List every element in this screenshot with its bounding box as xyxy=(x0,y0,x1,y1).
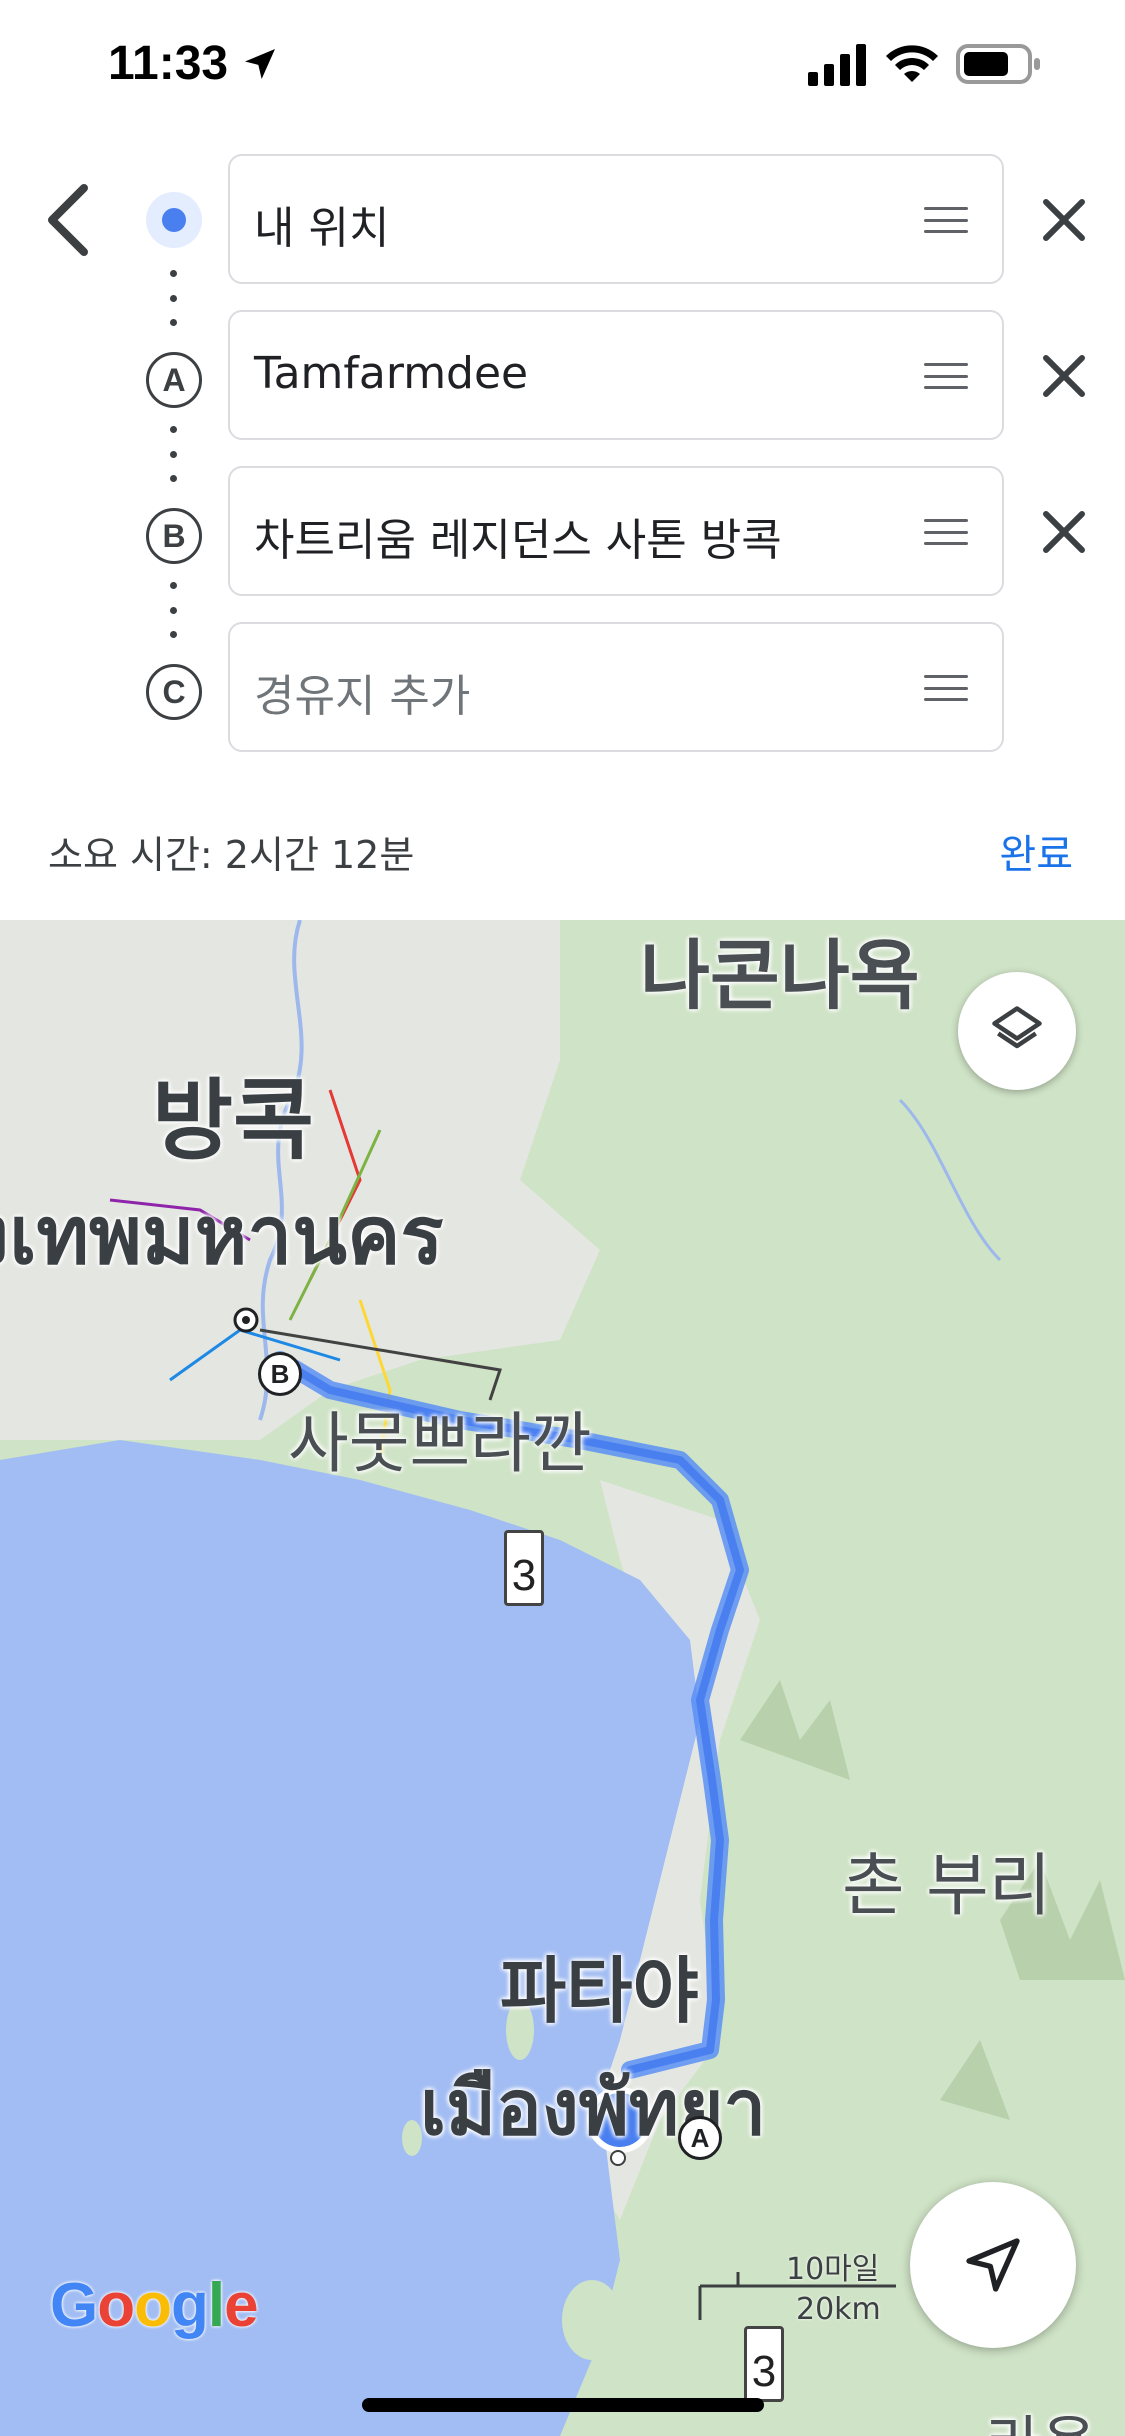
map-label-bangkok: 방콕 xyxy=(152,1069,314,1172)
status-time: 11:33 xyxy=(108,37,229,90)
cellular-signal-icon xyxy=(808,44,866,86)
drag-handle-icon[interactable] xyxy=(924,519,968,545)
waypoint-c-marker-icon: C xyxy=(146,664,202,720)
trip-duration: 소요 시간: 2시간 12분 xyxy=(48,833,415,877)
origin-field-value: 내 위치 xyxy=(254,203,390,254)
done-button[interactable]: 완료 xyxy=(999,822,1073,880)
location-arrow-icon xyxy=(245,49,275,79)
map-label-rayong: 라용 xyxy=(986,2396,1096,2436)
waypoint-b-field[interactable]: 차트리움 레지던스 사톤 방콕 xyxy=(228,466,1004,596)
directions-panel: A B C 내 위치 Tamfarmdee 차트리움 레지던스 사톤 방콕 경유… xyxy=(0,140,1125,920)
remove-waypoint-b-close-icon[interactable] xyxy=(1036,504,1092,560)
navigation-arrow-icon xyxy=(966,2238,1020,2292)
back-button[interactable] xyxy=(40,180,100,260)
my-location-marker-icon xyxy=(146,192,202,248)
origin-field[interactable]: 내 위치 xyxy=(228,154,1004,284)
map-label-chonburi: 촌 부리 xyxy=(842,1847,1052,1926)
route-connector-dots xyxy=(170,582,178,638)
add-stop-field[interactable]: 경유지 추가 xyxy=(228,622,1004,752)
route-connector-dots xyxy=(170,270,178,326)
waypoint-a-field[interactable]: Tamfarmdee xyxy=(228,310,1004,440)
waypoint-a-map-pin[interactable]: A xyxy=(678,2116,722,2160)
map-scale: 10마일 20km xyxy=(696,2236,896,2366)
waypoint-b-map-pin[interactable]: B xyxy=(258,1352,302,1396)
waypoint-a-marker-icon: A xyxy=(146,352,202,408)
wifi-icon xyxy=(886,45,938,82)
route-connector-dots xyxy=(170,426,178,482)
start-navigation-button[interactable] xyxy=(910,2182,1076,2348)
map-label-samut-prakan: 사뭇쁘라깐 xyxy=(288,1405,592,1482)
map-label-pattaya: 파타야 xyxy=(500,1949,699,2033)
status-bar: 11:33 xyxy=(0,0,1125,140)
layers-icon xyxy=(992,1006,1042,1049)
add-stop-placeholder: 경유지 추가 xyxy=(254,671,471,722)
remove-waypoint-a-close-icon[interactable] xyxy=(1036,348,1092,404)
drag-handle-icon[interactable] xyxy=(924,363,968,389)
map-view[interactable]: 나콘나욕 방콕 งเทพมหานคร 사뭇쁘라깐 촌 부리 파타야 เมืองพ… xyxy=(0,920,1125,2436)
drag-handle-icon[interactable] xyxy=(924,207,968,233)
battery-icon xyxy=(956,44,1040,84)
remove-origin-close-icon[interactable] xyxy=(1036,192,1092,248)
google-logo: Google xyxy=(50,2271,259,2340)
drag-handle-icon[interactable] xyxy=(924,675,968,701)
route-shield: 3 xyxy=(504,1530,544,1606)
map-label-nakhon-nayok: 나콘나욕 xyxy=(640,931,920,1020)
waypoint-b-marker-icon: B xyxy=(146,508,202,564)
scale-km: 20km xyxy=(796,2292,881,2327)
map-label-bangkok-thai: งเทพมหานคร xyxy=(0,1189,444,1282)
waypoint-b-field-value: 차트리움 레지던스 사톤 방콕 xyxy=(254,515,782,566)
waypoint-a-field-value: Tamfarmdee xyxy=(254,348,529,399)
layers-button[interactable] xyxy=(958,972,1076,1090)
home-indicator[interactable] xyxy=(362,2398,764,2412)
scale-miles: 10마일 xyxy=(786,2252,880,2287)
